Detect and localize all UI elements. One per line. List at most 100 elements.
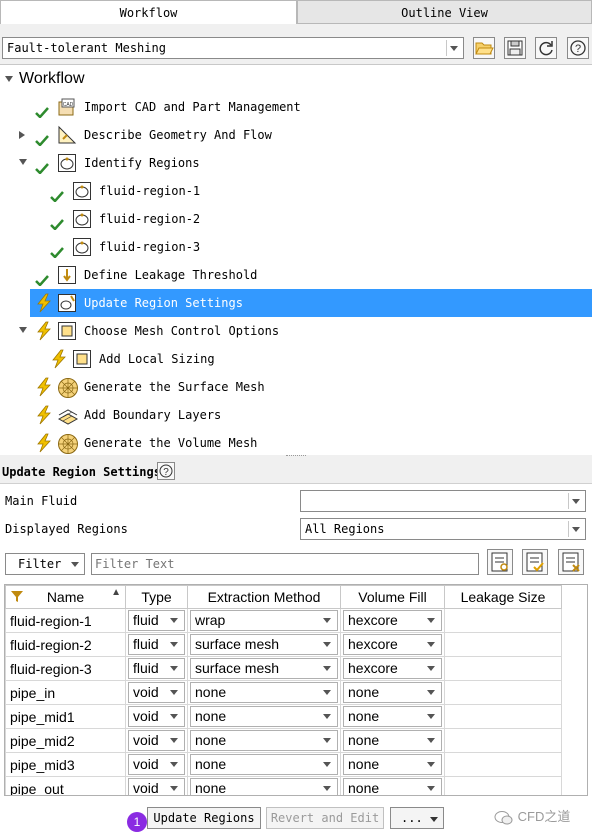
tree-item[interactable]: Update Region Settings bbox=[30, 289, 592, 317]
displayed-regions-select[interactable]: All Regions bbox=[300, 518, 586, 540]
extraction-method-select[interactable]: wrap bbox=[190, 610, 338, 631]
type-select[interactable]: fluid bbox=[128, 610, 185, 631]
column-header-leakage-size[interactable]: Leakage Size bbox=[444, 585, 562, 609]
tree-item[interactable]: CAD Import CAD and Part Management bbox=[0, 93, 592, 121]
type-select[interactable]: void bbox=[128, 754, 185, 775]
cell-extraction-method: wrap bbox=[187, 608, 341, 633]
tree-item-label: Generate the Volume Mesh bbox=[84, 436, 258, 450]
tab-outline-view[interactable]: Outline View bbox=[297, 0, 592, 24]
volume-fill-select[interactable]: none bbox=[343, 730, 442, 751]
check-all-button[interactable] bbox=[522, 549, 548, 575]
tree-item[interactable]: Add Local Sizing bbox=[0, 345, 592, 373]
column-header-volume-fill[interactable]: Volume Fill bbox=[340, 585, 445, 609]
collapse-arrow-icon[interactable] bbox=[19, 159, 27, 165]
table-row[interactable]: pipe_mid2 void none none bbox=[5, 728, 562, 753]
tree-item[interactable]: Choose Mesh Control Options bbox=[0, 317, 592, 345]
tree-item[interactable]: Add Boundary Layers bbox=[0, 401, 592, 429]
table-row[interactable]: pipe_mid3 void none none bbox=[5, 752, 562, 777]
tree-item[interactable]: Define Leakage Threshold bbox=[0, 261, 592, 289]
more-options-label: ... bbox=[401, 811, 423, 825]
revert-and-edit-button[interactable]: Revert and Edit bbox=[266, 807, 384, 829]
lightning-bolt-icon bbox=[36, 321, 52, 341]
tree-item[interactable]: Identify Regions bbox=[0, 149, 592, 177]
refresh-button[interactable] bbox=[535, 37, 557, 59]
volume-fill-select[interactable]: none bbox=[343, 706, 442, 727]
tree-item[interactable]: Describe Geometry And Flow bbox=[0, 121, 592, 149]
table-row[interactable]: pipe_out void none none bbox=[5, 776, 562, 795]
tab-workflow[interactable]: Workflow bbox=[0, 0, 297, 24]
volume-fill-select[interactable]: hexcore bbox=[343, 610, 442, 631]
table-header-row: Name ▲ Type Extraction Method Volume Fil… bbox=[5, 585, 562, 609]
extraction-method-select[interactable]: surface mesh bbox=[190, 634, 338, 655]
cell-leakage-size[interactable] bbox=[444, 608, 562, 633]
type-select[interactable]: void bbox=[128, 706, 185, 727]
tree-item-label: Import CAD and Part Management bbox=[84, 100, 301, 114]
cell-leakage-size[interactable] bbox=[444, 728, 562, 753]
cell-leakage-size[interactable] bbox=[444, 680, 562, 705]
cell-extraction-method: none bbox=[187, 728, 341, 753]
main-fluid-select[interactable] bbox=[300, 490, 586, 512]
cell-leakage-size[interactable] bbox=[444, 656, 562, 681]
expand-arrow-icon[interactable] bbox=[19, 131, 25, 139]
region-icon bbox=[72, 181, 92, 201]
workflow-select[interactable]: Fault-tolerant Meshing bbox=[2, 37, 464, 59]
cell-leakage-size[interactable] bbox=[444, 704, 562, 729]
filter-funnel-icon[interactable] bbox=[10, 589, 24, 603]
volume-fill-select[interactable]: hexcore bbox=[343, 634, 442, 655]
volume-fill-select[interactable]: none bbox=[343, 778, 442, 795]
update-regions-button[interactable]: Update Regions bbox=[147, 807, 261, 829]
extraction-method-select[interactable]: none bbox=[190, 682, 338, 703]
type-select[interactable]: fluid bbox=[128, 634, 185, 655]
cell-leakage-size[interactable] bbox=[444, 632, 562, 657]
tree-item[interactable]: fluid-region-3 bbox=[0, 233, 592, 261]
splitter-grip[interactable] bbox=[286, 455, 306, 458]
type-select[interactable]: void bbox=[128, 778, 185, 795]
table-row[interactable]: pipe_in void none none bbox=[5, 680, 562, 705]
type-select[interactable]: void bbox=[128, 682, 185, 703]
cell-name: pipe_out bbox=[5, 776, 126, 795]
select-all-button[interactable] bbox=[487, 549, 513, 575]
cell-leakage-size[interactable] bbox=[444, 776, 562, 795]
cell-extraction-method: none bbox=[187, 776, 341, 795]
column-header-name[interactable]: Name ▲ bbox=[5, 585, 126, 609]
extraction-method-select[interactable]: none bbox=[190, 778, 338, 795]
region-settings-icon bbox=[57, 293, 77, 313]
extraction-method-select[interactable]: none bbox=[190, 706, 338, 727]
table-row[interactable]: fluid-region-1 fluid wrap hexcore bbox=[5, 608, 562, 633]
type-select[interactable]: void bbox=[128, 730, 185, 751]
filter-dropdown[interactable]: Filter bbox=[5, 553, 85, 575]
column-header-name-label: Name bbox=[46, 589, 85, 605]
extraction-method-select[interactable]: none bbox=[190, 754, 338, 775]
save-button[interactable] bbox=[504, 37, 526, 59]
volume-fill-select[interactable]: hexcore bbox=[343, 658, 442, 679]
column-header-type[interactable]: Type bbox=[125, 585, 188, 609]
extraction-method-select[interactable]: surface mesh bbox=[190, 658, 338, 679]
cell-leakage-size[interactable] bbox=[444, 752, 562, 777]
tree-item[interactable]: fluid-region-2 bbox=[0, 205, 592, 233]
table-row[interactable]: fluid-region-3 fluid surface mesh hexcore bbox=[5, 656, 562, 681]
help-button[interactable]: ? bbox=[567, 37, 589, 59]
volume-fill-select[interactable]: none bbox=[343, 682, 442, 703]
collapse-arrow-icon[interactable] bbox=[19, 327, 27, 333]
tree-item[interactable]: fluid-region-1 bbox=[0, 177, 592, 205]
clear-selection-button[interactable] bbox=[558, 549, 584, 575]
panel-title: Update Region Settings bbox=[2, 465, 161, 479]
lightning-bolt-icon bbox=[36, 377, 52, 397]
tree-item[interactable]: Generate the Surface Mesh bbox=[0, 373, 592, 401]
tree-root[interactable]: Workflow bbox=[0, 65, 592, 93]
table-row[interactable]: pipe_mid1 void none none bbox=[5, 704, 562, 729]
volume-fill-select[interactable]: none bbox=[343, 754, 442, 775]
cell-type: void bbox=[125, 704, 188, 729]
column-header-extraction-method[interactable]: Extraction Method bbox=[187, 585, 341, 609]
folder-open-button[interactable] bbox=[473, 37, 495, 59]
cell-volume-fill: none bbox=[340, 776, 445, 795]
table-row[interactable]: fluid-region-2 fluid surface mesh hexcore bbox=[5, 632, 562, 657]
extraction-method-select[interactable]: none bbox=[190, 730, 338, 751]
regions-table: Name ▲ Type Extraction Method Volume Fil… bbox=[5, 585, 562, 795]
expand-arrow-icon[interactable] bbox=[5, 76, 13, 82]
panel-help-button[interactable]: ? bbox=[157, 462, 175, 480]
type-select[interactable]: fluid bbox=[128, 658, 185, 679]
tree-item[interactable]: Generate the Volume Mesh bbox=[0, 429, 592, 457]
filter-text-input[interactable] bbox=[91, 553, 479, 575]
more-options-button[interactable]: ... bbox=[390, 807, 444, 829]
